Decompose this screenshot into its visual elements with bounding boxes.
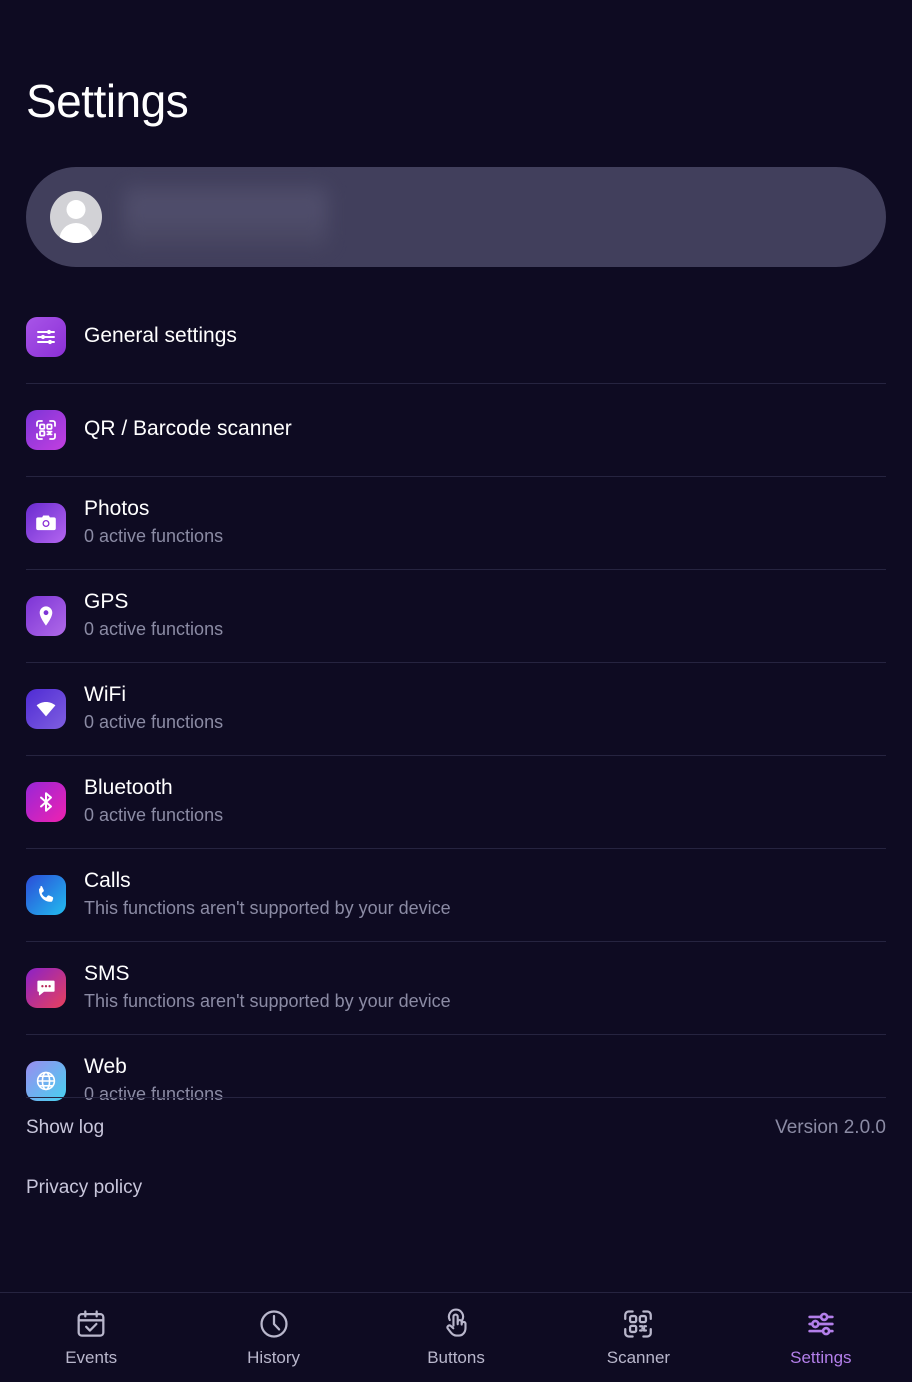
sliders-icon bbox=[804, 1307, 838, 1341]
settings-row-photos[interactable]: Photos 0 active functions bbox=[0, 476, 912, 569]
sliders-icon bbox=[26, 316, 66, 357]
phone-icon bbox=[26, 874, 66, 915]
settings-row-subtitle: 0 active functions bbox=[84, 619, 224, 640]
settings-row-general-settings[interactable]: General settings bbox=[0, 290, 912, 383]
nav-label: Events bbox=[65, 1348, 118, 1367]
settings-row-subtitle: This functions aren't supported by your … bbox=[84, 991, 451, 1012]
settings-row-title: QR / Barcode scanner bbox=[84, 417, 292, 441]
version-label: Version 2.0.0 bbox=[775, 1117, 886, 1138]
show-log-link[interactable]: Show log bbox=[26, 1117, 104, 1139]
settings-list: General settings QR / Barcode scanner Ph… bbox=[0, 290, 912, 1127]
footer: Show log Version 2.0.0 Privacy policy bbox=[0, 1097, 912, 1217]
nav-label: History bbox=[247, 1348, 301, 1367]
settings-row-subtitle: This functions aren't supported by your … bbox=[84, 898, 451, 919]
profile-name-redacted bbox=[124, 186, 328, 248]
qr-scan-icon bbox=[621, 1307, 655, 1341]
avatar bbox=[50, 191, 102, 243]
tap-hand-icon bbox=[439, 1307, 473, 1341]
qr-code-icon bbox=[26, 409, 66, 450]
page-title: Settings bbox=[26, 75, 189, 127]
footer-row-privacy: Privacy policy bbox=[0, 1159, 912, 1217]
settings-row-subtitle: 0 active functions bbox=[84, 526, 224, 547]
settings-row-title: SMS bbox=[84, 961, 130, 985]
map-pin-icon bbox=[26, 595, 66, 636]
nav-label: Buttons bbox=[427, 1348, 485, 1367]
settings-row-gps[interactable]: GPS 0 active functions bbox=[0, 569, 912, 662]
settings-row-title: GPS bbox=[84, 589, 129, 613]
message-icon bbox=[26, 967, 66, 1008]
settings-row-wifi[interactable]: WiFi 0 active functions bbox=[0, 662, 912, 755]
nav-item-settings[interactable]: Settings bbox=[730, 1293, 912, 1382]
footer-row-show-log: Show log Version 2.0.0 bbox=[0, 1097, 912, 1159]
nav-item-history[interactable]: History bbox=[182, 1293, 364, 1382]
nav-item-events[interactable]: Events bbox=[0, 1293, 182, 1382]
nav-item-scanner[interactable]: Scanner bbox=[547, 1293, 729, 1382]
settings-row-title: Calls bbox=[84, 868, 131, 892]
nav-label: Scanner bbox=[606, 1348, 671, 1367]
nav-label: Settings bbox=[790, 1348, 852, 1367]
settings-row-qr-barcode-scanner[interactable]: QR / Barcode scanner bbox=[0, 383, 912, 476]
settings-row-subtitle: 0 active functions bbox=[84, 805, 224, 826]
settings-row-title: Web bbox=[84, 1054, 127, 1078]
camera-icon bbox=[26, 502, 66, 543]
wifi-icon bbox=[26, 688, 66, 729]
settings-row-title: Bluetooth bbox=[84, 775, 173, 799]
settings-row-title: WiFi bbox=[84, 682, 126, 706]
privacy-policy-link[interactable]: Privacy policy bbox=[26, 1177, 142, 1199]
settings-row-bluetooth[interactable]: Bluetooth 0 active functions bbox=[0, 755, 912, 848]
calendar-check-icon bbox=[74, 1307, 108, 1341]
settings-row-title: General settings bbox=[84, 324, 237, 348]
settings-row-subtitle: 0 active functions bbox=[84, 712, 224, 733]
settings-row-calls[interactable]: Calls This functions aren't supported by… bbox=[0, 848, 912, 941]
profile-card[interactable] bbox=[26, 167, 886, 267]
nav-item-buttons[interactable]: Buttons bbox=[365, 1293, 547, 1382]
settings-row-title: Photos bbox=[84, 496, 150, 520]
bluetooth-icon bbox=[26, 781, 66, 822]
clock-icon bbox=[257, 1307, 291, 1341]
bottom-navigation: Events History Buttons Scanner Settings bbox=[0, 1292, 912, 1382]
settings-row-sms[interactable]: SMS This functions aren't supported by y… bbox=[0, 941, 912, 1034]
globe-icon bbox=[26, 1060, 66, 1101]
